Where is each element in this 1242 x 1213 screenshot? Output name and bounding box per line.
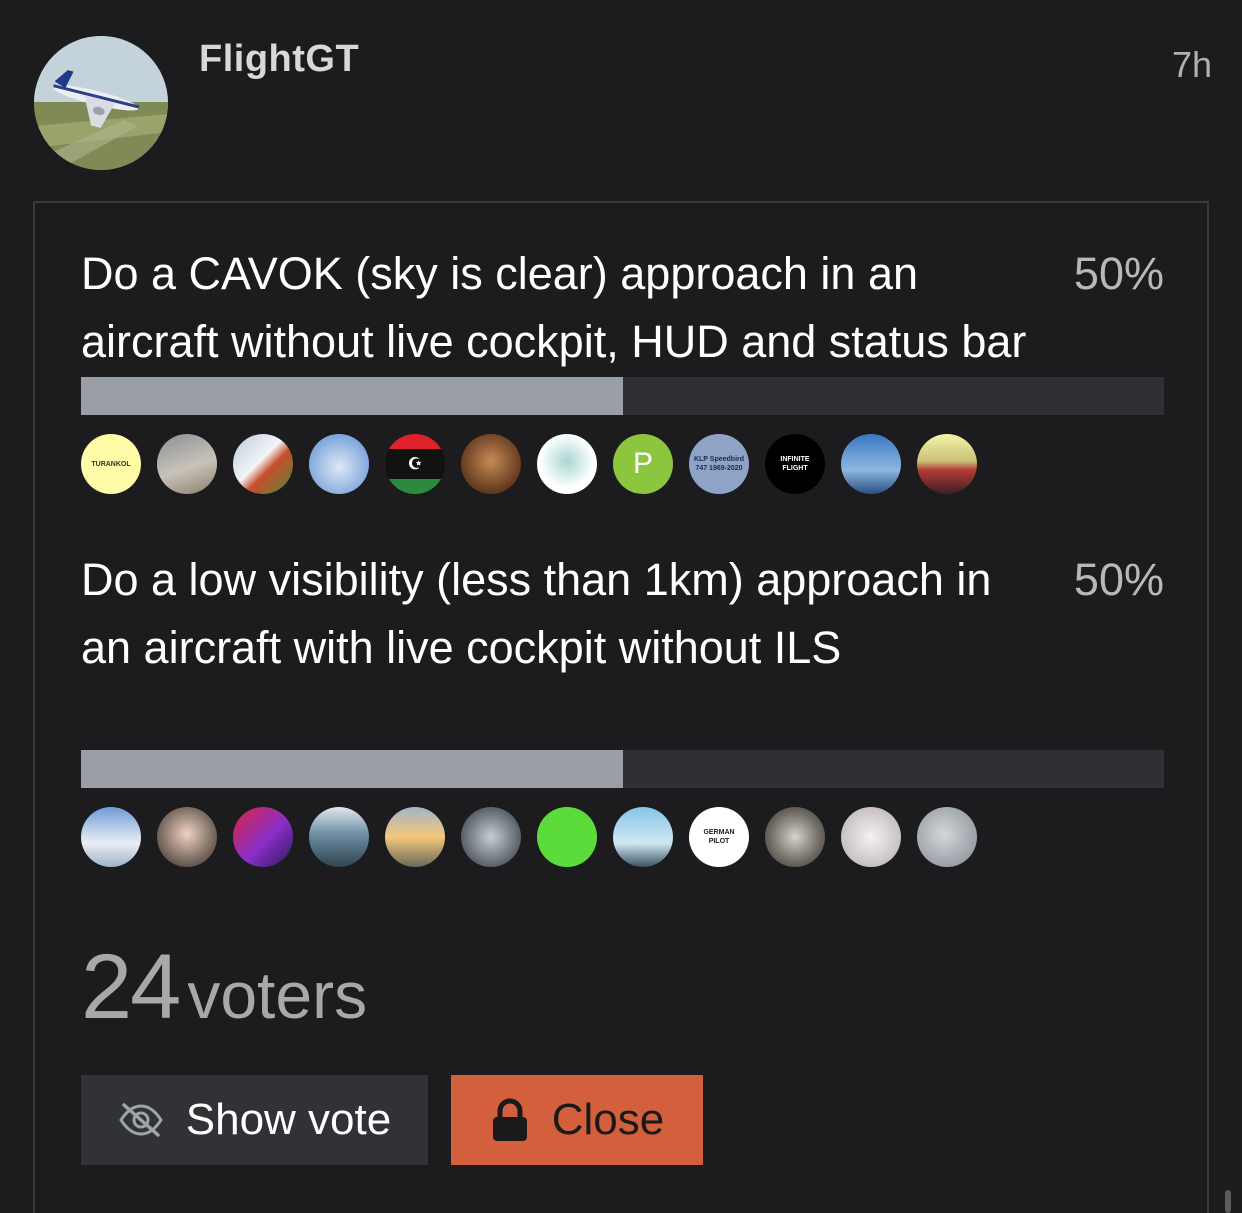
voter-avatar[interactable] <box>81 807 141 867</box>
voter-avatar[interactable] <box>765 807 825 867</box>
voter-avatar[interactable] <box>309 434 369 494</box>
voter-avatar[interactable] <box>841 434 901 494</box>
poll-option-bar <box>81 750 1164 788</box>
show-vote-label: Show vote <box>185 1095 392 1144</box>
author-name[interactable]: FlightGT <box>199 38 359 81</box>
voter-avatars: GERMAN PILOT <box>81 807 977 867</box>
show-vote-button[interactable]: Show vote <box>81 1075 428 1165</box>
voter-avatar[interactable]: TURANKOL <box>81 434 141 494</box>
poll-option-text: Do a low visibility (less than 1km) appr… <box>81 554 992 673</box>
voter-avatar[interactable] <box>461 807 521 867</box>
poll-option-text: Do a CAVOK (sky is clear) approach in an… <box>81 248 1027 367</box>
post-time[interactable]: 7h <box>1172 44 1212 86</box>
poll-post: FlightGT 7h Do a CAVOK (sky is clear) ap… <box>0 0 1242 1213</box>
author-avatar[interactable] <box>34 36 168 170</box>
eye-slash-icon <box>118 1102 164 1138</box>
close-label: Close <box>551 1095 665 1144</box>
voter-avatar[interactable] <box>917 807 977 867</box>
voter-count: 24 voters <box>81 935 367 1040</box>
scrollbar[interactable] <box>1225 1190 1231 1213</box>
poll-option-bar-fill <box>81 377 623 415</box>
voter-avatar[interactable]: GERMAN PILOT <box>689 807 749 867</box>
voter-avatar[interactable] <box>385 807 445 867</box>
close-poll-button[interactable]: Close <box>451 1075 703 1165</box>
voter-avatar[interactable]: INFINITE FLIGHT <box>765 434 825 494</box>
voter-avatar[interactable] <box>461 434 521 494</box>
poll-option-percent: 50% <box>1073 248 1164 299</box>
voter-count-number: 24 <box>81 936 181 1038</box>
voter-avatar[interactable] <box>537 807 597 867</box>
voter-avatar[interactable] <box>233 807 293 867</box>
voter-avatar[interactable]: ☪ <box>385 434 445 494</box>
voter-avatar[interactable] <box>157 807 217 867</box>
voter-avatar[interactable] <box>841 807 901 867</box>
voter-avatars: TURANKOL ☪ P KLP Speedbird 747 1969-2020 INF… <box>81 434 977 494</box>
voter-count-label: voters <box>187 958 368 1032</box>
voter-avatar[interactable]: P <box>613 434 673 494</box>
voter-avatar[interactable]: KLP Speedbird 747 1969-2020 <box>689 434 749 494</box>
voter-avatar[interactable] <box>157 434 217 494</box>
voter-avatar[interactable] <box>233 434 293 494</box>
poll-option-percent: 50% <box>1073 554 1164 605</box>
airplane-photo <box>34 36 168 170</box>
poll-option-bar <box>81 377 1164 415</box>
voter-avatar[interactable] <box>613 807 673 867</box>
poll-option-bar-fill <box>81 750 623 788</box>
voter-avatar[interactable] <box>537 434 597 494</box>
lock-icon <box>490 1098 530 1142</box>
voter-avatar[interactable] <box>917 434 977 494</box>
voter-avatar[interactable] <box>309 807 369 867</box>
